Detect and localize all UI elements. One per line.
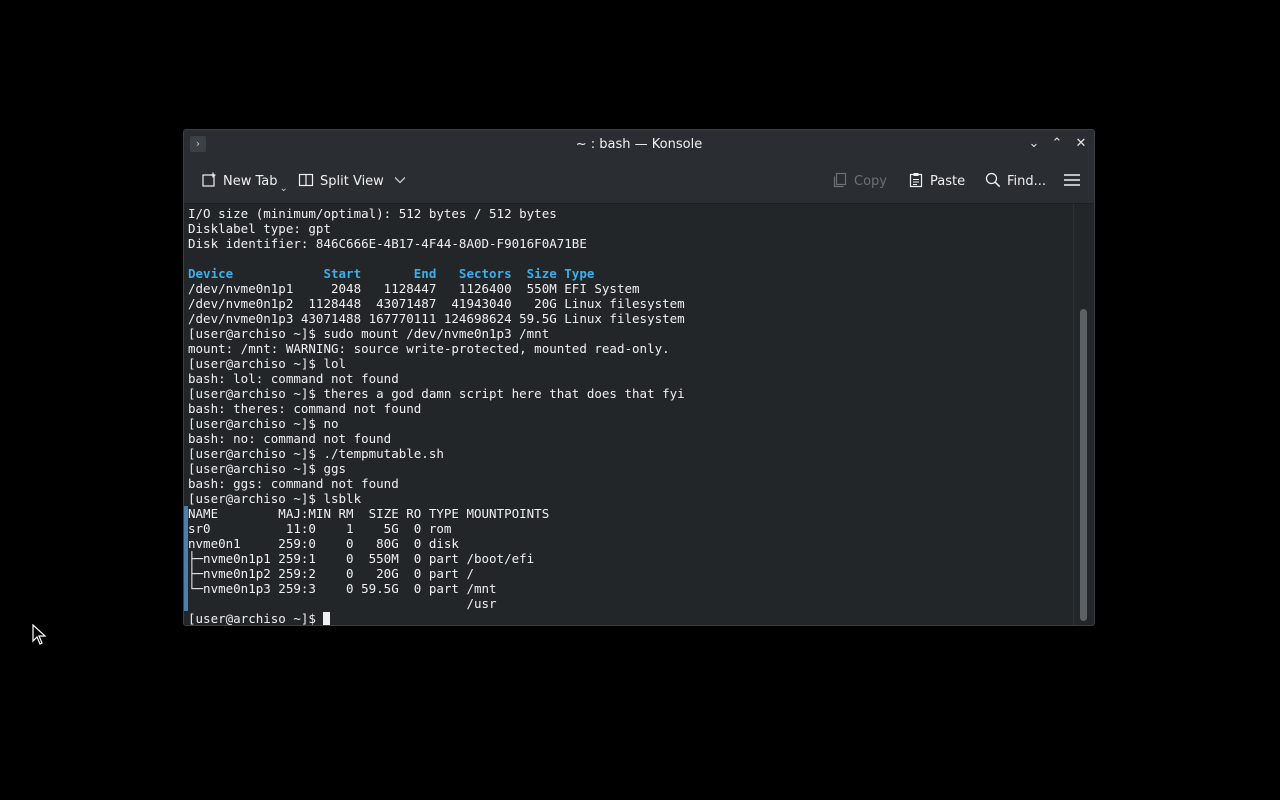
maximize-icon[interactable]: ⌃ <box>1048 135 1066 153</box>
title-bar[interactable]: › ~ : bash — Konsole ⌄ ⌃ ✕ <box>184 130 1094 159</box>
split-view-icon <box>298 172 314 191</box>
hamburger-menu-button[interactable] <box>1063 169 1081 193</box>
paste-button[interactable]: Paste <box>908 169 965 193</box>
terminal-line: ├─nvme0n1p2 259:2 0 20G 0 part / <box>188 566 1074 581</box>
terminal-line: Disk identifier: 846C666E-4B17-4F44-8A0D… <box>188 236 587 251</box>
terminal-line: /usr <box>188 596 1074 611</box>
new-tab-button[interactable]: New Tab ⌄ <box>201 169 288 194</box>
terminal-line: [user@archiso ~]$ ./tempmutable.sh <box>188 446 444 461</box>
minimize-icon[interactable]: ⌄ <box>1025 135 1043 153</box>
terminal-line: [user@archiso ~]$ lsblk <box>188 491 362 506</box>
mouse-pointer-icon <box>32 623 48 646</box>
terminal-line: I/O size (minimum/optimal): 512 bytes / … <box>188 206 557 221</box>
text-cursor <box>323 612 331 625</box>
copy-button[interactable]: Copy <box>832 169 887 193</box>
terminal-line: bash: ggs: command not found <box>188 476 399 491</box>
terminal-line: /dev/nvme0n1p3 43071488 167770111 124698… <box>188 311 685 326</box>
split-view-label: Split View <box>320 173 384 189</box>
scrollbar-thumb[interactable] <box>1080 309 1087 621</box>
terminal-prompt-line[interactable]: [user@archiso ~]$ <box>188 611 1074 625</box>
find-button[interactable]: Find... <box>985 169 1046 193</box>
terminal-line: mount: /mnt: WARNING: source write-prote… <box>188 341 670 356</box>
new-tab-dropdown-icon[interactable]: ⌄ <box>280 183 288 194</box>
copy-icon <box>832 172 848 191</box>
chevron-down-icon[interactable] <box>394 176 406 187</box>
terminal-line: └─nvme0n1p3 259:3 0 59.5G 0 part /mnt <box>188 581 1074 596</box>
terminal-line: Disklabel type: gpt <box>188 221 331 236</box>
paste-label: Paste <box>930 173 966 189</box>
terminal-line: NAME MAJ:MIN RM SIZE RO TYPE MOUNTPOINTS <box>188 506 1074 521</box>
terminal-line: [user@archiso ~]$ theres a god damn scri… <box>188 386 685 401</box>
new-tab-icon <box>201 172 217 191</box>
terminal-line: bash: theres: command not found <box>188 401 422 416</box>
terminal-line: nvme0n1 259:0 0 80G 0 disk <box>188 536 1074 551</box>
window-title: ~ : bash — Konsole <box>575 137 703 152</box>
close-icon[interactable]: ✕ <box>1072 135 1090 153</box>
konsole-window: › ~ : bash — Konsole ⌄ ⌃ ✕ New Tab ⌄ Spl… <box>183 129 1095 626</box>
toolbar: New Tab ⌄ Split View Copy Paste Find... <box>184 159 1094 204</box>
terminal-line: [user@archiso ~]$ no <box>188 416 339 431</box>
new-tab-label: New Tab <box>223 173 278 189</box>
terminal-line: sr0 11:0 1 5G 0 rom <box>188 521 1074 536</box>
search-icon <box>985 172 1001 191</box>
scrollbar[interactable] <box>1073 204 1094 625</box>
terminal-line: ├─nvme0n1p1 259:1 0 550M 0 part /boot/ef… <box>188 551 1074 566</box>
terminal-line: /dev/nvme0n1p2 1128448 43071487 41943040… <box>188 296 685 311</box>
partition-table-header: Device Start End Sectors Size Type <box>188 266 595 281</box>
find-label: Find... <box>1007 173 1047 189</box>
terminal-line: bash: lol: command not found <box>188 371 399 386</box>
split-view-button[interactable]: Split View <box>298 169 406 193</box>
terminal-line: [user@archiso ~]$ lol <box>188 356 347 371</box>
prompt: [user@archiso ~]$ <box>188 611 324 625</box>
terminal-output[interactable]: I/O size (minimum/optimal): 512 bytes / … <box>184 204 1074 625</box>
terminal-line: /dev/nvme0n1p1 2048 1128447 1126400 550M… <box>188 281 640 296</box>
copy-label: Copy <box>854 173 887 189</box>
terminal-line: [user@archiso ~]$ sudo mount /dev/nvme0n… <box>188 326 550 341</box>
terminal-line: [user@archiso ~]$ ggs <box>188 461 347 476</box>
paste-icon <box>908 172 924 191</box>
hamburger-menu-icon <box>1063 172 1081 191</box>
terminal-line: bash: no: command not found <box>188 431 392 446</box>
